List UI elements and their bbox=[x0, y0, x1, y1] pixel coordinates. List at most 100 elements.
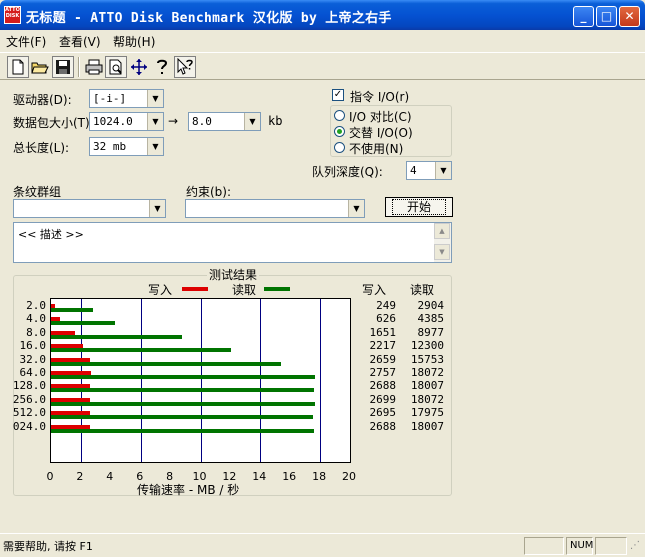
constraint-select[interactable]: ▼ bbox=[185, 199, 365, 218]
dropdown-arrow-icon[interactable]: ▼ bbox=[149, 200, 165, 217]
read-value: 4385 bbox=[417, 312, 445, 326]
y-tick-label: 128.0 bbox=[12, 379, 46, 393]
read-bar bbox=[51, 308, 94, 312]
read-value: 2904 bbox=[417, 299, 445, 312]
open-folder-icon[interactable] bbox=[29, 56, 51, 78]
write-column-header: 写入 bbox=[362, 283, 387, 297]
print-icon[interactable] bbox=[83, 56, 105, 78]
direct-io-label: 指令 I/O(r) bbox=[350, 90, 410, 104]
resize-grip-icon[interactable]: ⋰ bbox=[630, 540, 640, 551]
read-bar bbox=[51, 348, 231, 353]
total-length-value: 32 mb bbox=[93, 140, 127, 153]
title-bar[interactable]: ATTO DISK 无标题 - ATTO Disk Benchmark 汉化版 … bbox=[0, 0, 645, 30]
transfer-size-label: 数据包大小(T): bbox=[13, 116, 94, 130]
read-bar bbox=[51, 428, 314, 433]
io-overlapped-label: 交替 I/O(O) bbox=[349, 126, 413, 140]
y-tick-label: 024.0 bbox=[12, 419, 46, 433]
arrow-right-icon: → bbox=[168, 114, 179, 128]
write-value: 1651 bbox=[369, 325, 397, 339]
help-icon[interactable] bbox=[151, 56, 173, 78]
read-bar bbox=[51, 401, 315, 406]
x-tick-label: 14 bbox=[252, 470, 267, 483]
stripe-group-select[interactable]: ▼ bbox=[13, 199, 166, 218]
y-tick-label: 2.0 bbox=[26, 299, 46, 312]
io-compare-radio[interactable] bbox=[334, 110, 345, 121]
drive-select[interactable]: [-i-] ▼ bbox=[89, 89, 164, 108]
write-value: 2217 bbox=[369, 339, 397, 353]
y-tick-label: 64.0 bbox=[19, 366, 47, 379]
read-value: 17975 bbox=[410, 406, 444, 420]
total-length-select[interactable]: 32 mb ▼ bbox=[89, 137, 164, 156]
y-tick-label: 256.0 bbox=[12, 392, 46, 406]
new-document-icon[interactable] bbox=[7, 56, 29, 78]
context-help-icon[interactable] bbox=[174, 56, 196, 78]
y-tick-label: 32.0 bbox=[19, 352, 47, 366]
io-overlapped-radio[interactable] bbox=[334, 126, 345, 137]
x-tick-label: 20 bbox=[342, 470, 356, 483]
read-value: 18072 bbox=[410, 366, 444, 379]
read-bar bbox=[51, 415, 314, 420]
menu-view[interactable]: 查看(V) bbox=[59, 33, 101, 50]
dropdown-arrow-icon[interactable]: ▼ bbox=[147, 90, 163, 107]
minimize-button[interactable]: _ bbox=[573, 6, 594, 27]
chart-plot-area bbox=[50, 298, 351, 463]
toolbar-separator bbox=[78, 57, 80, 77]
atto-app-icon: ATTO DISK bbox=[4, 6, 21, 24]
dropdown-arrow-icon[interactable]: ▼ bbox=[348, 200, 364, 217]
scroll-down-icon[interactable]: ▼ bbox=[434, 244, 450, 260]
start-button[interactable]: 开始 bbox=[385, 197, 453, 217]
queue-depth-label: 队列深度(Q): bbox=[312, 165, 383, 179]
move-icon[interactable] bbox=[128, 56, 150, 78]
write-value: 249 bbox=[376, 299, 396, 312]
constraint-label: 约束(b): bbox=[186, 185, 232, 199]
queue-depth-value: 4 bbox=[410, 164, 417, 177]
direct-io-checkbox[interactable]: ✓ bbox=[332, 89, 344, 101]
legend-write-label: 写入 bbox=[148, 283, 173, 297]
dropdown-arrow-icon[interactable]: ▼ bbox=[147, 138, 163, 155]
description-scrollbar[interactable]: ▲ ▼ bbox=[434, 223, 451, 262]
status-panel-caps bbox=[524, 537, 564, 555]
y-tick-label: 16.0 bbox=[19, 339, 47, 353]
grid-line bbox=[260, 299, 262, 462]
scroll-up-icon[interactable]: ▲ bbox=[434, 223, 450, 239]
print-preview-icon[interactable] bbox=[105, 56, 127, 78]
queue-depth-select[interactable]: 4 ▼ bbox=[406, 161, 452, 180]
read-bar bbox=[51, 334, 183, 339]
read-value: 18007 bbox=[410, 379, 444, 393]
toolbar bbox=[0, 52, 645, 80]
status-text: 需要帮助, 请按 F1 bbox=[3, 540, 93, 553]
menu-file[interactable]: 文件(F) bbox=[6, 33, 46, 50]
total-length-label: 总长度(L): bbox=[13, 141, 70, 155]
grid-line bbox=[200, 299, 202, 462]
transfer-unit: kb bbox=[268, 114, 283, 128]
close-button[interactable]: ✕ bbox=[619, 6, 640, 27]
write-value: 2699 bbox=[369, 392, 397, 406]
read-value: 18007 bbox=[410, 419, 444, 433]
window-title: 无标题 - ATTO Disk Benchmark 汉化版 by 上帝之右手 bbox=[26, 11, 392, 26]
transfer-size-to-value: 8.0 bbox=[192, 115, 212, 128]
x-tick-label: 18 bbox=[312, 470, 327, 483]
dropdown-arrow-icon[interactable]: ▼ bbox=[147, 113, 163, 130]
maximize-button[interactable]: □ bbox=[596, 6, 617, 27]
y-tick-label: 4.0 bbox=[26, 312, 46, 326]
dropdown-arrow-icon[interactable]: ▼ bbox=[435, 162, 451, 179]
io-neither-radio[interactable] bbox=[334, 142, 345, 153]
dropdown-arrow-icon[interactable]: ▼ bbox=[244, 113, 260, 130]
transfer-size-from-value: 1024.0 bbox=[93, 115, 133, 128]
transfer-size-to-select[interactable]: 8.0 ▼ bbox=[188, 112, 261, 131]
read-bar bbox=[51, 361, 281, 366]
transfer-size-from-select[interactable]: 1024.0 ▼ bbox=[89, 112, 164, 131]
x-tick-label: 0 bbox=[46, 470, 54, 483]
read-value: 8977 bbox=[417, 325, 445, 339]
description-box[interactable]: << 描述 >> ▲ ▼ bbox=[13, 222, 452, 263]
stripe-group-label: 条纹群组 bbox=[13, 185, 62, 199]
read-bar bbox=[51, 321, 115, 326]
legend-read-swatch bbox=[264, 287, 290, 291]
legend-write-swatch bbox=[182, 287, 208, 291]
x-tick-label: 2 bbox=[76, 470, 84, 483]
grid-line bbox=[320, 299, 322, 462]
status-panel-num: NUM bbox=[566, 537, 593, 555]
description-text: << 描述 >> bbox=[18, 228, 84, 241]
menu-help[interactable]: 帮助(H) bbox=[113, 33, 155, 50]
save-icon[interactable] bbox=[52, 56, 74, 78]
